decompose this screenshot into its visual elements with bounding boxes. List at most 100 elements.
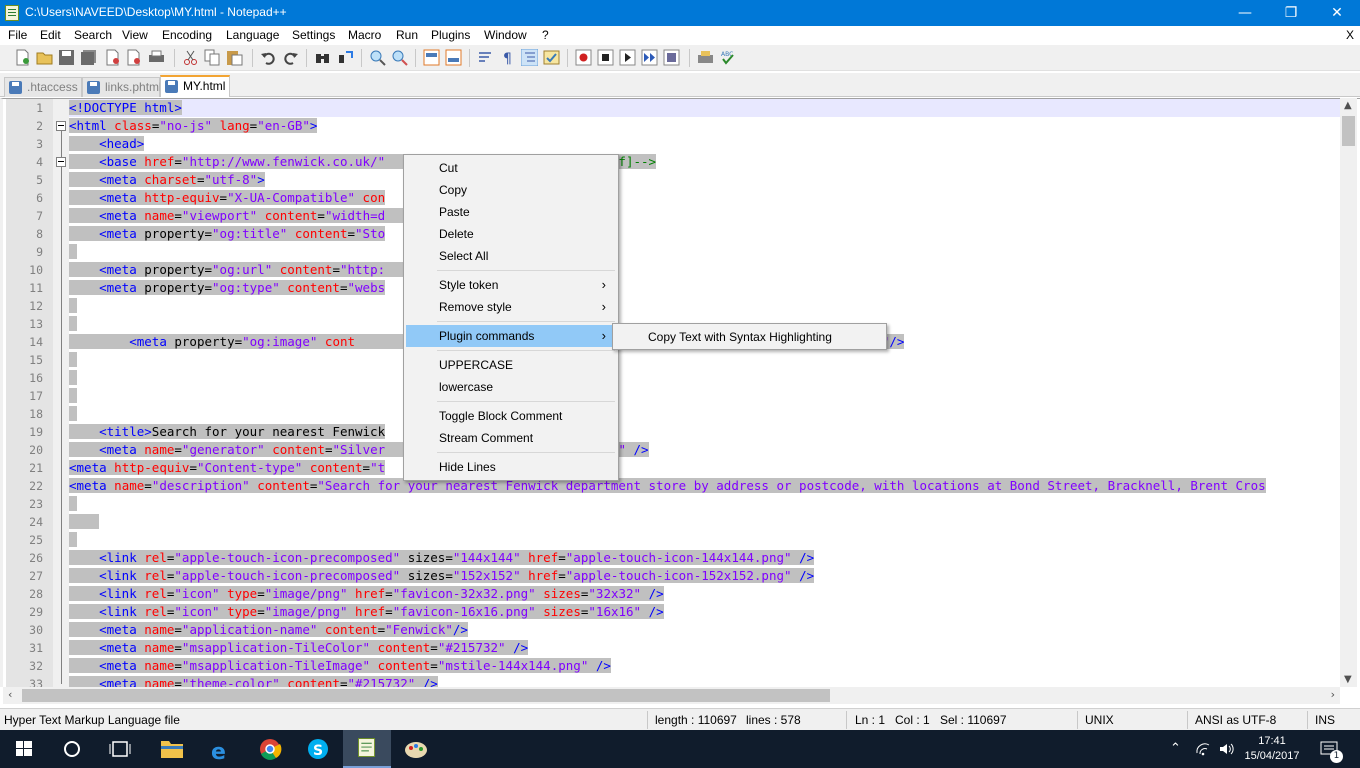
save-icon[interactable]: [58, 49, 75, 66]
tab-htaccess[interactable]: .htaccess: [4, 77, 82, 97]
record-macro-icon[interactable]: [575, 49, 592, 66]
zoom-out-icon[interactable]: [391, 49, 408, 66]
menu-settings[interactable]: Settings: [292, 28, 335, 42]
menu-help[interactable]: ?: [542, 28, 549, 42]
scroll-down-icon[interactable]: ▼: [1344, 674, 1352, 685]
skype-icon[interactable]: S: [294, 730, 342, 768]
maximize-button[interactable]: ❐: [1268, 0, 1314, 26]
new-file-icon[interactable]: [14, 49, 31, 66]
edge-browser-icon[interactable]: e: [196, 730, 244, 768]
menu-item-remove-style[interactable]: Remove style ›: [406, 296, 616, 318]
word-wrap-icon[interactable]: [477, 49, 494, 66]
sync-horizontal-icon[interactable]: [445, 49, 462, 66]
scroll-left-icon[interactable]: ‹: [8, 688, 12, 701]
tab-links-phtml[interactable]: links.phtml: [82, 77, 162, 97]
menu-file[interactable]: File: [8, 28, 27, 42]
menu-search[interactable]: Search: [74, 28, 112, 42]
volume-icon[interactable]: [1218, 741, 1234, 757]
print-icon[interactable]: [148, 49, 165, 66]
file-explorer-icon[interactable]: [148, 730, 196, 768]
menu-item-copy[interactable]: Copy: [406, 179, 616, 201]
selected-code-text: <meta name="description" content="Search…: [69, 478, 1266, 493]
code-editor[interactable]: 1 2 3 4 5 6 7 8 9 10 11 12 13 14 15 16 17 18 19 20 21 22 23 24 2…: [0, 98, 1360, 687]
stop-macro-icon[interactable]: [597, 49, 614, 66]
selected-code-text: [69, 316, 77, 331]
scroll-right-icon[interactable]: ›: [1331, 688, 1335, 701]
windows-start-icon[interactable]: [0, 730, 48, 768]
menu-plugins[interactable]: Plugins: [431, 28, 470, 42]
menu-item-plugin-commands[interactable]: Plugin commands ›: [406, 325, 616, 347]
close-document-button[interactable]: X: [1346, 28, 1354, 42]
eol-format[interactable]: UNIX: [1085, 713, 1114, 727]
insert-mode[interactable]: INS: [1315, 713, 1335, 727]
show-all-characters-icon[interactable]: ¶: [499, 49, 516, 66]
plugin-icon[interactable]: [697, 49, 714, 66]
find-icon[interactable]: [314, 49, 331, 66]
indent-guide-icon[interactable]: [521, 49, 538, 66]
toolbar-separator: [174, 49, 175, 67]
cut-icon[interactable]: [182, 49, 199, 66]
taskbar: e S ⌃ 17:41 15/04/2017 1: [0, 730, 1360, 768]
redo-icon[interactable]: [282, 49, 299, 66]
open-file-icon[interactable]: [36, 49, 53, 66]
zoom-in-icon[interactable]: [369, 49, 386, 66]
sync-vertical-icon[interactable]: [423, 49, 440, 66]
close-file-icon[interactable]: [104, 49, 121, 66]
task-view-icon[interactable]: [96, 730, 144, 768]
spell-check-icon[interactable]: ABC: [719, 49, 736, 66]
menu-macro[interactable]: Macro: [348, 28, 381, 42]
scroll-thumb[interactable]: [22, 689, 830, 702]
menu-language[interactable]: Language: [226, 28, 279, 42]
scroll-up-icon[interactable]: ▲: [1344, 100, 1352, 111]
save-macro-icon[interactable]: [663, 49, 680, 66]
menu-item-style-token[interactable]: Style token ›: [406, 274, 616, 296]
show-hidden-icons-icon[interactable]: ⌃: [1170, 741, 1181, 756]
menu-item-lowercase[interactable]: lowercase: [406, 376, 616, 398]
menu-item-delete[interactable]: Delete: [406, 223, 616, 245]
menu-item-paste[interactable]: Paste: [406, 201, 616, 223]
menu-item-toggle-block-comment[interactable]: Toggle Block Comment: [406, 405, 616, 427]
scroll-thumb[interactable]: [1342, 116, 1355, 146]
save-all-icon[interactable]: [80, 49, 97, 66]
tab-my-html[interactable]: MY.html: [160, 75, 230, 97]
copy-icon[interactable]: [204, 49, 221, 66]
menu-item-copy-text-with-syntax-highlighting[interactable]: Copy Text with Syntax Highlighting: [615, 326, 884, 348]
wifi-icon[interactable]: [1195, 741, 1211, 757]
current-line-highlight: [69, 99, 1343, 117]
fold-toggle-icon[interactable]: [56, 121, 66, 131]
replace-icon[interactable]: [337, 49, 354, 66]
menu-item-hide-lines[interactable]: Hide Lines: [406, 456, 616, 478]
menu-window[interactable]: Window: [484, 28, 527, 42]
vertical-scrollbar[interactable]: ▲ ▼: [1340, 98, 1357, 687]
paint-icon[interactable]: [392, 730, 440, 768]
minimize-button[interactable]: —: [1222, 0, 1268, 26]
menu-item-label: Paste: [439, 205, 470, 219]
line-number: 25: [29, 533, 43, 547]
menu-item-stream-comment[interactable]: Stream Comment: [406, 427, 616, 449]
file-encoding[interactable]: ANSI as UTF-8: [1195, 713, 1276, 727]
run-macro-multiple-icon[interactable]: [641, 49, 658, 66]
paste-icon[interactable]: [226, 49, 243, 66]
plugin-commands-submenu: Copy Text with Syntax Highlighting: [612, 323, 887, 350]
close-button[interactable]: ✕: [1314, 0, 1360, 26]
play-macro-icon[interactable]: [619, 49, 636, 66]
system-clock[interactable]: 17:41 15/04/2017: [1240, 734, 1304, 764]
menu-view[interactable]: View: [122, 28, 148, 42]
undo-icon[interactable]: [260, 49, 277, 66]
user-defined-language-icon[interactable]: [543, 49, 560, 66]
menu-run[interactable]: Run: [396, 28, 418, 42]
menu-item-cut[interactable]: Cut: [406, 157, 616, 179]
close-all-icon[interactable]: [126, 49, 143, 66]
menu-encoding[interactable]: Encoding: [162, 28, 212, 42]
fold-toggle-icon[interactable]: [56, 157, 66, 167]
menu-edit[interactable]: Edit: [40, 28, 61, 42]
selected-code-text: [69, 370, 77, 385]
menu-item-label: Style token: [439, 278, 499, 292]
selected-code-text: <meta name="msapplication-TileColor" con…: [69, 640, 529, 655]
menu-item-uppercase[interactable]: UPPERCASE: [406, 354, 616, 376]
menu-item-select-all[interactable]: Select All: [406, 245, 616, 267]
search-icon[interactable]: [48, 730, 96, 768]
chrome-icon[interactable]: [246, 730, 294, 768]
horizontal-scrollbar[interactable]: ‹ ›: [3, 687, 1340, 704]
notepad-plus-plus-taskbar-icon[interactable]: [343, 730, 391, 768]
